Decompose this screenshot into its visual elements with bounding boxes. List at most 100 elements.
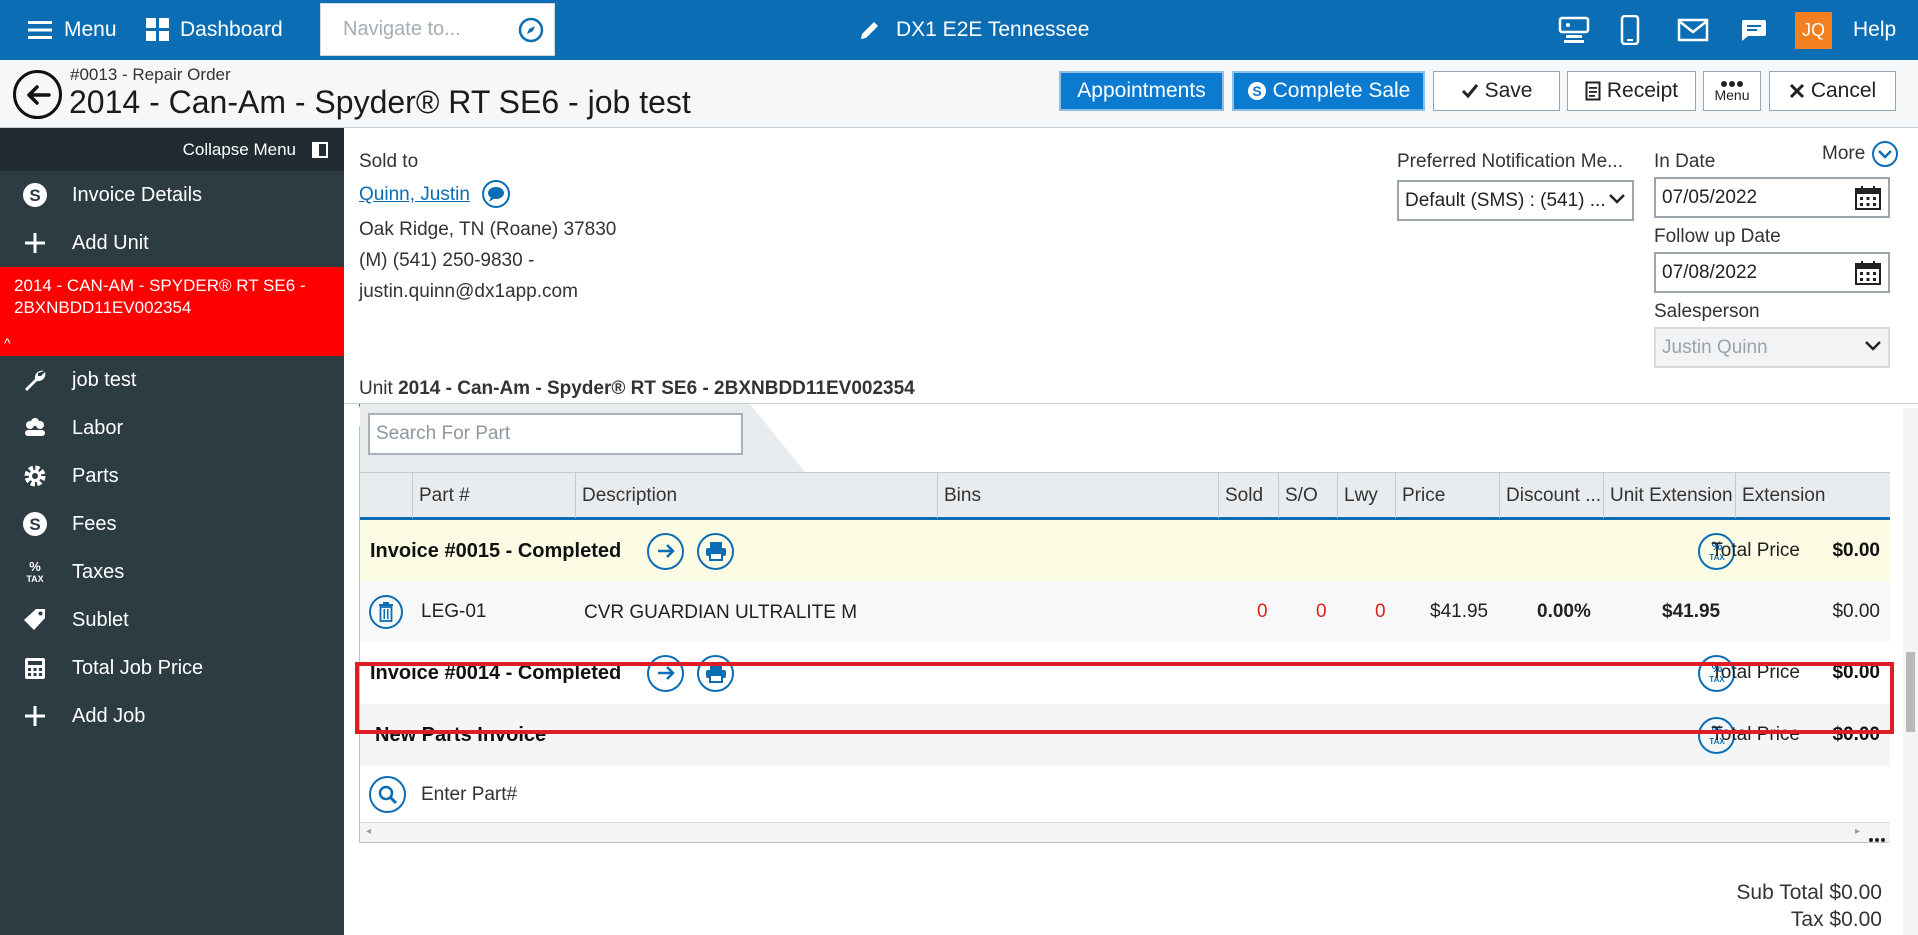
more-toggle[interactable]: More — [1822, 140, 1899, 168]
horizontal-scrollbar[interactable]: ◂ ▸ — [360, 822, 1890, 842]
complete-sale-label: Complete Sale — [1272, 79, 1411, 102]
search-part-input[interactable]: Search For Part — [368, 413, 743, 455]
appointments-button[interactable]: Appointments — [1059, 71, 1224, 111]
salesperson-value: Justin Quinn — [1662, 336, 1768, 358]
cancel-button[interactable]: Cancel — [1769, 71, 1896, 111]
arrow-left-icon — [25, 83, 51, 107]
top-bar: Menu Dashboard Navigate to... DX1 E2E Te… — [0, 0, 1918, 60]
receipt-button[interactable]: Receipt — [1567, 71, 1696, 111]
column-header-description[interactable]: Description — [575, 473, 937, 518]
receipt-label: Receipt — [1606, 79, 1679, 102]
cell-price[interactable]: $41.95 — [1430, 601, 1488, 623]
sidebar-item-labor[interactable]: Labor — [0, 404, 344, 452]
column-header-price[interactable]: Price — [1395, 473, 1499, 518]
cell-part-number: LEG-01 — [421, 601, 487, 622]
column-header-sold[interactable]: Sold — [1218, 473, 1278, 518]
cell-discount[interactable]: 0.00% — [1537, 601, 1591, 623]
customer-phone: (M) (541) 250-9830 - — [359, 250, 535, 271]
in-date-field[interactable]: 07/05/2022 — [1654, 177, 1890, 218]
chat-button[interactable] — [1738, 0, 1768, 60]
salesperson-select[interactable]: Justin Quinn — [1654, 327, 1890, 368]
close-icon — [1789, 83, 1805, 99]
column-header-part[interactable]: Part # — [412, 473, 575, 518]
collapse-menu-button[interactable]: Collapse Menu — [0, 128, 344, 171]
sidebar-item-add-unit[interactable]: Add Unit — [0, 219, 344, 267]
mail-icon — [1677, 18, 1709, 42]
calendar-icon[interactable] — [1854, 260, 1882, 286]
column-header-so[interactable]: S/O — [1278, 473, 1337, 518]
dashboard-button[interactable]: Dashboard — [146, 0, 283, 60]
hamburger-icon — [28, 20, 52, 40]
more-menu-button[interactable]: Menu — [1703, 71, 1761, 111]
sidebar-item-add-job[interactable]: Add Job — [0, 692, 344, 740]
vertical-scrollbar[interactable] — [1903, 408, 1918, 935]
sidebar-item-invoice-details[interactable]: S Invoice Details — [0, 171, 344, 219]
mobile-button[interactable] — [1620, 0, 1640, 60]
arrow-right-icon — [657, 544, 675, 558]
print-invoice-button[interactable] — [697, 532, 734, 570]
menu-button[interactable]: Menu — [28, 0, 117, 60]
dollar-circle-icon: S — [22, 182, 48, 208]
help-link[interactable]: Help — [1853, 0, 1896, 60]
column-header-bins[interactable]: Bins — [937, 473, 1218, 518]
enter-part-row: Enter Part# — [360, 766, 1890, 823]
navigate-input[interactable]: Navigate to... — [320, 3, 555, 56]
search-part-button[interactable] — [369, 776, 406, 813]
scrollbar-thumb[interactable] — [1906, 652, 1915, 732]
cell-so[interactable]: 0 — [1316, 601, 1327, 623]
labor-icon — [22, 415, 48, 441]
chat-bubble-icon[interactable] — [481, 179, 511, 209]
cell-lwy[interactable]: 0 — [1375, 601, 1386, 623]
store-name: DX1 E2E Tennessee — [858, 0, 1089, 60]
sidebar-item-label: Sublet — [72, 608, 129, 631]
cell-description: CVR GUARDIAN ULTRALITE M — [584, 602, 858, 623]
follow-up-label: Follow up Date — [1654, 226, 1781, 247]
delete-line-button[interactable] — [369, 595, 403, 629]
customer-name-link[interactable]: Quinn, Justin — [359, 184, 470, 206]
svg-text:%: % — [29, 559, 41, 574]
avatar: JQ — [1795, 11, 1832, 49]
column-header-extension[interactable]: Extension — [1735, 473, 1890, 518]
scroll-right-icon[interactable]: ▸ — [1855, 826, 1860, 837]
unit-prefix: Unit — [359, 378, 393, 399]
table-row[interactable]: LEG-01 CVR GUARDIAN ULTRALITE M 0 0 0 $4… — [360, 582, 1890, 642]
sidebar-item-taxes[interactable]: % TAX Taxes — [0, 548, 344, 596]
enter-part-input[interactable]: Enter Part# — [421, 784, 517, 806]
column-header-lwy[interactable]: Lwy — [1337, 473, 1395, 518]
scroll-left-icon[interactable]: ◂ — [366, 826, 371, 837]
open-invoice-button[interactable] — [647, 532, 684, 570]
sidebar-item-total-job-price[interactable]: Total Job Price — [0, 644, 344, 692]
follow-up-date-field[interactable]: 07/08/2022 — [1654, 252, 1890, 293]
sidebar-item-label: Taxes — [72, 560, 125, 583]
pencil-icon[interactable] — [858, 18, 882, 42]
sidebar-selected-unit[interactable]: 2014 - CAN-AM - SPYDER® RT SE6 - 2BXNBDD… — [0, 267, 344, 356]
gear-icon — [22, 463, 48, 489]
mail-button[interactable] — [1677, 0, 1709, 60]
calendar-icon[interactable] — [1854, 185, 1882, 211]
more-dots-icon[interactable] — [1868, 827, 1886, 849]
save-button[interactable]: Save — [1433, 71, 1560, 111]
sidebar-item-label: Total Job Price — [72, 656, 204, 679]
sidebar-item-label: Labor — [72, 416, 124, 439]
notification-select[interactable]: Default (SMS) : (541) ... — [1397, 180, 1634, 221]
complete-sale-button[interactable]: S Complete Sale — [1232, 71, 1425, 111]
parts-grid: Search For Part Part # Description Bins … — [359, 404, 1890, 843]
sidebar-item-sublet[interactable]: Sublet — [0, 596, 344, 644]
sidebar-item-fees[interactable]: S Fees — [0, 500, 344, 548]
service-icon-button[interactable] — [1558, 0, 1590, 60]
cell-sold[interactable]: 0 — [1257, 601, 1268, 623]
user-avatar[interactable]: JQ — [1795, 0, 1832, 60]
collapse-menu-label: Collapse Menu — [182, 139, 296, 159]
column-header-actions — [360, 473, 412, 518]
sidebar-item-parts[interactable]: Parts — [0, 452, 344, 500]
column-header-discount[interactable]: Discount ... — [1499, 473, 1603, 518]
sidebar-item-job[interactable]: job test — [0, 356, 344, 404]
back-button[interactable] — [13, 70, 62, 119]
unit-line: Unit 2014 - Can-Am - Spyder® RT SE6 - 2B… — [359, 378, 915, 400]
page-title: 2014 - Can-Am - Spyder® RT SE6 - job tes… — [69, 84, 691, 120]
customer-email: justin.quinn@dx1app.com — [359, 281, 578, 302]
caret-up-icon[interactable]: ^ — [4, 332, 11, 354]
page-header: #0013 - Repair Order 2014 - Can-Am - Spy… — [0, 60, 1918, 128]
compass-icon[interactable] — [518, 17, 544, 43]
column-header-unit-extension[interactable]: Unit Extension — [1603, 473, 1735, 518]
